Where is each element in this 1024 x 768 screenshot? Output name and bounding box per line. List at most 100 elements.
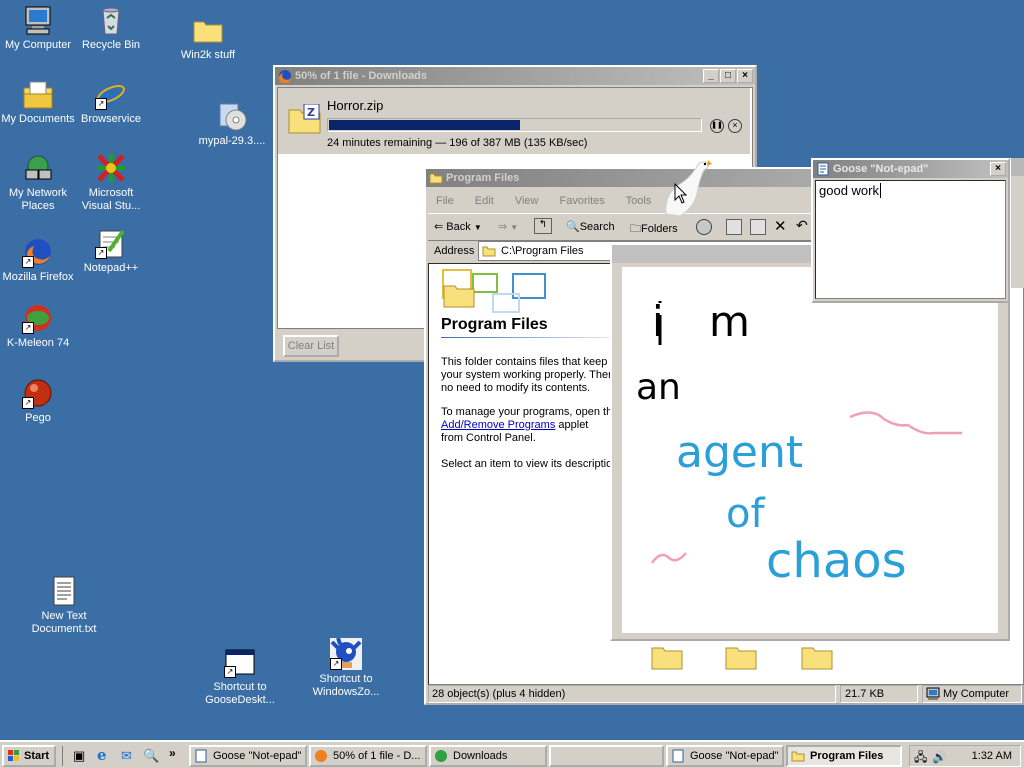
desktop-icon-visual-studio[interactable]: Microsoft Visual Stu... <box>73 152 149 213</box>
up-folder-button[interactable]: ↰ <box>534 218 552 234</box>
clock[interactable]: 1:32 AM <box>972 746 1012 766</box>
add-remove-programs-link[interactable]: Add/Remove Programs <box>441 419 555 431</box>
taskbar-button-goose-notepad-2[interactable]: Goose "Not-epad" <box>666 745 784 767</box>
drawing-text-of: of <box>726 491 765 537</box>
menu-file[interactable]: File <box>436 195 454 207</box>
minimize-button[interactable]: _ <box>703 69 719 83</box>
taskbar-button-goose-notepad[interactable]: Goose "Not-epad" <box>189 745 307 767</box>
desktop-icon-my-documents[interactable]: My Documents <box>0 78 76 126</box>
notepad-icon <box>195 749 207 763</box>
address-label: Address <box>434 245 475 257</box>
shortcut-arrow-icon: ↗ <box>22 256 34 268</box>
desktop-icon-my-network-places[interactable]: My Network Places <box>0 152 76 213</box>
menu-tools[interactable]: Tools <box>626 195 652 207</box>
undo-icon[interactable]: ↶ <box>796 217 808 234</box>
taskbar-button-downloads-progress[interactable]: 50% of 1 file - D... <box>309 745 427 767</box>
menu-edit[interactable]: Edit <box>475 195 494 207</box>
pause-button[interactable]: ❚❚ <box>710 119 724 133</box>
download-status: 24 minutes remaining — 196 of 387 MB (13… <box>327 137 588 149</box>
k-meleon-icon: ↗ <box>22 302 54 334</box>
maximize-button[interactable]: □ <box>720 69 736 83</box>
desktop-icon-pego[interactable]: ↗ Pego <box>0 377 76 425</box>
desktop-icon-goose-desktop[interactable]: ↗ Shortcut to GooseDeskt... <box>202 646 278 707</box>
delete-icon[interactable]: ✕ <box>774 217 787 235</box>
goose-notepad-textarea[interactable]: good work <box>815 180 1006 299</box>
clear-list-button[interactable]: Clear List <box>283 335 339 357</box>
shortcut-arrow-icon: ↗ <box>224 666 236 678</box>
folders-button[interactable]: 🗀Folders <box>630 220 678 239</box>
menu-view[interactable]: View <box>515 195 539 207</box>
show-desktop-icon[interactable]: ▣ <box>73 748 85 764</box>
notepad-plus-plus-icon: ↗ <box>95 227 127 259</box>
outlook-icon[interactable]: ✉ <box>121 748 132 764</box>
desktop-icon-label: Pego <box>25 412 51 424</box>
forward-button[interactable]: ⇒ ▼ <box>498 220 518 233</box>
volume-tray-icon[interactable]: 🔊 <box>932 747 947 767</box>
shortcut-arrow-icon: ↗ <box>95 247 107 259</box>
desktop-icon-win2k-stuff[interactable]: Win2k stuff <box>170 14 246 62</box>
desktop-icon-label: Shortcut to GooseDeskt... <box>205 681 275 706</box>
desktop-icon-label: My Documents <box>1 113 75 125</box>
back-button[interactable]: ⇐ Back ▼ <box>434 220 482 233</box>
offscreen-window-edge <box>1010 158 1024 288</box>
chevron-right-icon[interactable]: » <box>169 746 176 760</box>
desktop-icon-label: Win2k stuff <box>180 49 236 61</box>
download-item[interactable]: Z Horror.zip ❚❚ × 24 minutes remaining —… <box>278 88 750 154</box>
goose-notepad-titlebar[interactable]: Goose "Not-epad" × <box>813 160 1008 178</box>
desktop-icon-my-computer[interactable]: My Computer <box>0 4 76 52</box>
documents-folder-icon <box>22 78 54 110</box>
start-button[interactable]: Start <box>2 745 56 767</box>
download-filename: Horror.zip <box>327 98 384 113</box>
folder-item[interactable] <box>725 644 757 673</box>
status-location: My Computer <box>922 685 1022 703</box>
menu-favorites[interactable]: Favorites <box>560 195 605 207</box>
download-progress-fill <box>329 120 520 130</box>
desktop-icon-recycle-bin[interactable]: Recycle Bin <box>73 4 149 52</box>
window-title: 50% of 1 file - Downloads <box>295 70 428 82</box>
move-to-icon[interactable] <box>726 219 742 235</box>
search-button[interactable]: 🔍Search <box>566 220 615 233</box>
desktop-icon-notepad-plus-plus[interactable]: ↗ Notepad++ <box>73 227 149 275</box>
search-icon[interactable]: 🔍 <box>143 748 159 764</box>
drawing-text-i-m: i m <box>652 297 766 346</box>
desktop-icon-windows-zone[interactable]: ↗ Shortcut to WindowsZo... <box>308 637 384 699</box>
taskbar-button-empty[interactable] <box>549 745 664 767</box>
search-icon: 🔍 <box>566 221 580 233</box>
taskbar-button-program-files[interactable]: Program Files <box>786 745 902 767</box>
toolbar: ⇐ Back ▼ ⇒ ▼ ↰ 🔍Search 🗀Folders ✕ ↶ <box>428 213 812 241</box>
folder-item[interactable] <box>801 644 833 673</box>
notepad-icon <box>817 162 829 176</box>
chevron-down-icon: ▼ <box>473 223 482 232</box>
taskbar-button-downloads[interactable]: Downloads <box>429 745 547 767</box>
close-button[interactable]: × <box>737 69 753 83</box>
folder-heading: Program Files <box>441 316 548 333</box>
notepad-icon <box>672 749 684 763</box>
text-caret <box>879 183 881 198</box>
goose-notepad-text: good work <box>819 183 879 198</box>
desktop-icon-new-text-document[interactable]: New Text Document.txt <box>26 575 102 636</box>
desktop-icon-label: Shortcut to WindowsZo... <box>312 673 380 698</box>
manage-programs-text: To manage your programs, open th Add/Rem… <box>441 406 613 444</box>
desktop-icon-mozilla-firefox[interactable]: ↗ Mozilla Firefox <box>0 236 76 284</box>
desktop-icon-label: New Text Document.txt <box>31 610 97 635</box>
close-button[interactable]: × <box>990 162 1006 176</box>
shortcut-arrow-icon: ↗ <box>22 397 34 409</box>
downloads-titlebar[interactable]: 50% of 1 file - Downloads _ □ × <box>275 67 755 85</box>
cancel-download-button[interactable]: × <box>728 119 742 133</box>
history-icon[interactable] <box>696 219 712 235</box>
desktop-icon-label: Mozilla Firefox <box>2 271 74 283</box>
desktop-icon-mypal[interactable]: mypal-29.3.... <box>194 100 270 148</box>
mouse-cursor <box>674 182 688 208</box>
shortcut-arrow-icon: ↗ <box>330 658 342 670</box>
desktop-icon-browservice[interactable]: e ↗ Browservice <box>73 78 149 126</box>
folders-icon: 🗀 <box>630 223 641 235</box>
copy-to-icon[interactable] <box>750 219 766 235</box>
network-tray-icon[interactable]: 🖧 <box>914 747 927 767</box>
folder-item[interactable] <box>651 644 683 673</box>
installer-disc-icon <box>216 100 248 132</box>
start-label: Start <box>24 750 50 762</box>
internet-explorer-icon[interactable]: e <box>97 746 107 764</box>
network-icon <box>22 152 54 184</box>
desktop-icon-k-meleon[interactable]: ↗ K-Meleon 74 <box>0 302 76 350</box>
pego-icon: ↗ <box>22 377 54 409</box>
